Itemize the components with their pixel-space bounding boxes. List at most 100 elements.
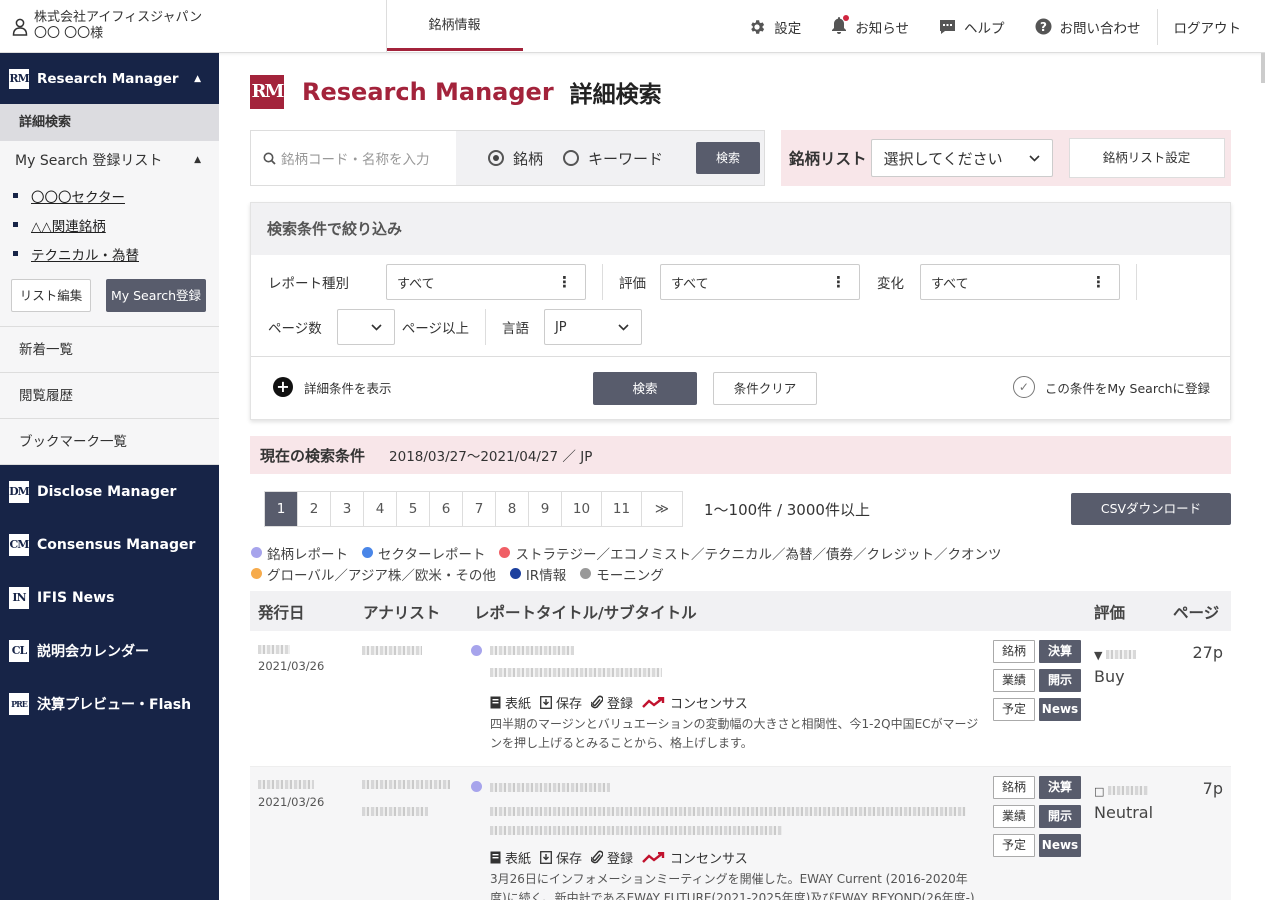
consensus-label: コンセンサス (670, 697, 748, 712)
contents-action[interactable]: 表紙 (490, 848, 531, 867)
change-select[interactable]: すべて ⋮ (920, 264, 1120, 300)
language-select[interactable]: JP (543, 309, 642, 345)
chevron-up-icon[interactable]: ▲ (194, 74, 201, 84)
tag-news[interactable]: News (1039, 698, 1081, 721)
page-button[interactable]: 9 (529, 492, 562, 526)
search-row: 銘柄コード・名称を入力 銘柄 キーワード 検索 銘柄リスト 選択してください 銘 (250, 130, 1231, 186)
next-pages-button[interactable]: ≫ (642, 492, 682, 526)
pages-select[interactable] (336, 309, 395, 345)
mysearch-buttons: リスト編集 My Search登録 (0, 268, 219, 327)
save-action[interactable]: 保存 (540, 848, 582, 867)
chevron-up-icon[interactable]: ▲ (194, 155, 201, 165)
search-button[interactable]: 検索 (696, 142, 760, 174)
tag-performance[interactable]: 業績 (993, 805, 1035, 828)
user-info[interactable]: 株式会社アイフィスジャパン 〇〇 〇〇様 (12, 10, 202, 42)
tag-schedule[interactable]: 予定 (993, 834, 1035, 857)
table-row[interactable]: 2021/03/26 表紙 保存 登録 コンセンサス 3月26日にインフォメーシ… (250, 767, 1231, 900)
consensus-action[interactable]: コンセンサス (642, 848, 748, 867)
sidebar-calendar[interactable]: CL 説明会カレンダー (0, 624, 219, 677)
report-actions: 表紙 保存 登録 コンセンサス (490, 693, 757, 712)
redacted-title[interactable] (490, 646, 574, 655)
logout-link[interactable]: ログアウト (1174, 17, 1242, 37)
sidebar-preview-flash[interactable]: PRE 決算プレビュー・Flash (0, 677, 219, 730)
contents-action[interactable]: 表紙 (490, 693, 531, 712)
radio-keyword[interactable]: キーワード (563, 148, 663, 169)
search-input[interactable]: 銘柄コード・名称を入力 (251, 131, 456, 185)
register-condition[interactable]: ✓ この条件をMy Searchに登録 (1012, 376, 1210, 398)
report-description: 3月26日にインフォメーションミーティングを開催した。EWAY Current … (490, 872, 975, 900)
tag-earnings[interactable]: 決算 (1039, 776, 1081, 799)
report-actions: 表紙 保存 登録 コンセンサス (490, 848, 757, 867)
col-rating[interactable]: 評価 (1094, 601, 1125, 623)
list-edit-button[interactable]: リスト編集 (11, 279, 91, 312)
contact-label: お問い合わせ (1059, 20, 1141, 37)
filter-search-button[interactable]: 検索 (593, 372, 697, 405)
col-pages[interactable]: ページ (1173, 601, 1219, 623)
tag-schedule[interactable]: 予定 (993, 698, 1035, 721)
page-button[interactable]: 8 (496, 492, 529, 526)
redacted-title[interactable] (490, 783, 610, 792)
sidebar-consensus-manager[interactable]: CM Consensus Manager (0, 518, 219, 571)
mysearch-link[interactable]: 〇〇〇セクター (13, 181, 219, 210)
col-analyst[interactable]: アナリスト (363, 601, 440, 623)
table-row[interactable]: 2021/03/26 表紙 保存 登録 コンセンサス 四半期のマージンとバリュエ… (250, 631, 1231, 767)
radio-unchecked-icon[interactable] (563, 150, 580, 166)
report-type-select[interactable]: すべて ⋮ (386, 264, 586, 300)
contact-link[interactable]: ? お問い合わせ (1035, 17, 1141, 37)
tag-news[interactable]: News (1039, 834, 1081, 857)
chevron-down-icon (371, 323, 382, 331)
help-link[interactable]: ヘルプ (939, 17, 1005, 37)
legend-dot-icon (362, 547, 373, 558)
mysearch-link[interactable]: テクニカル・為替 (13, 239, 219, 268)
cl-logo-icon: CL (9, 639, 29, 662)
tag-stock[interactable]: 銘柄 (993, 776, 1035, 799)
col-date[interactable]: 発行日 (258, 601, 305, 623)
mysearch-link-label[interactable]: △△関連銘柄 (31, 215, 106, 235)
sidebar-item-bookmarks[interactable]: ブックマーク一覧 (0, 419, 219, 465)
mysearch-header[interactable]: My Search 登録リスト ▲ (0, 141, 219, 178)
sidebar-item-history[interactable]: 閲覧履歴 (0, 373, 219, 419)
mysearch-link-label[interactable]: テクニカル・為替 (31, 244, 139, 264)
settings-link[interactable]: 設定 (748, 17, 801, 37)
show-more-conditions[interactable]: + 詳細条件を表示 (273, 377, 392, 397)
tag-earnings[interactable]: 決算 (1039, 640, 1081, 663)
radio-checked-icon[interactable] (488, 150, 504, 166)
sidebar-disclose-manager[interactable]: DM Disclose Manager (0, 465, 219, 518)
sidebar-research-manager[interactable]: RM Research Manager ▲ (0, 53, 219, 104)
consensus-action[interactable]: コンセンサス (642, 693, 748, 712)
page-button[interactable]: 5 (397, 492, 430, 526)
tag-stock[interactable]: 銘柄 (993, 640, 1035, 663)
tag-disclosure[interactable]: 開示 (1039, 805, 1081, 828)
page-button[interactable]: 4 (364, 492, 397, 526)
tag-disclosure[interactable]: 開示 (1039, 669, 1081, 692)
mysearch-register-button[interactable]: My Search登録 (106, 279, 206, 312)
page-button[interactable]: 2 (298, 492, 331, 526)
page-button[interactable]: 6 (430, 492, 463, 526)
page-button[interactable]: 7 (463, 492, 496, 526)
notifications-link[interactable]: お知らせ (831, 14, 909, 38)
stock-report-dot-icon (471, 645, 482, 656)
register-action[interactable]: 登録 (591, 693, 633, 712)
tab-stock-info[interactable]: 銘柄情報 (386, 0, 523, 53)
page-button[interactable]: 3 (331, 492, 364, 526)
sidebar-item-new[interactable]: 新着一覧 (0, 327, 219, 373)
tag-performance[interactable]: 業績 (993, 669, 1035, 692)
page-button[interactable]: 11 (602, 492, 642, 526)
clear-conditions-button[interactable]: 条件クリア (713, 372, 817, 405)
sidebar-ifis-news[interactable]: IN IFIS News (0, 571, 219, 624)
radio-stock[interactable]: 銘柄 (488, 148, 543, 169)
register-action[interactable]: 登録 (591, 848, 633, 867)
csv-download-button[interactable]: CSVダウンロード (1071, 493, 1231, 525)
sidebar-item-advanced-search[interactable]: 詳細検索 (0, 104, 219, 141)
mysearch-link[interactable]: △△関連銘柄 (13, 210, 219, 239)
notifications-label: お知らせ (855, 20, 909, 37)
stock-list-settings-button[interactable]: 銘柄リスト設定 (1068, 138, 1225, 178)
rating-select[interactable]: すべて ⋮ (660, 264, 860, 300)
page-button[interactable]: 1 (265, 492, 298, 526)
stock-list-select[interactable]: 選択してください (870, 139, 1053, 177)
top-header: 株式会社アイフィスジャパン 〇〇 〇〇様 銘柄情報 設定 お知らせ ヘルプ ? … (0, 0, 1265, 53)
save-action[interactable]: 保存 (540, 693, 582, 712)
mysearch-link-label[interactable]: 〇〇〇セクター (31, 186, 125, 206)
scrollbar[interactable] (1261, 53, 1265, 83)
page-button[interactable]: 10 (562, 492, 602, 526)
